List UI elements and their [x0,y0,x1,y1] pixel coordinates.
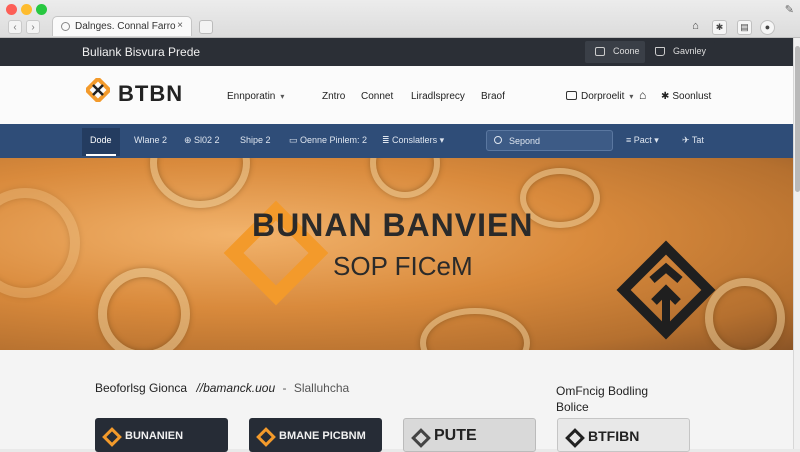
subnav-dropdown[interactable]: ≣ Conslatlers ▾ [382,135,444,146]
window-zoom-button[interactable] [36,4,47,15]
site-top-title: Buliank Bisvura Prede [82,45,201,59]
content-card[interactable]: BTFIBN [557,418,690,452]
decor-ring [370,158,440,198]
subnav-item-label: Conslatlers [392,135,438,145]
plane-icon: ✈ [682,135,692,145]
new-tab-button[interactable] [199,20,213,34]
subnav-item[interactable]: Dode [90,135,112,145]
subnav-right-link[interactable]: ✈ Tat [682,135,704,146]
diamond-icon [102,427,122,447]
section-heading-text: Beoforlsg Gionca [95,381,188,395]
home-icon[interactable]: ⌂ [639,88,646,102]
browser-tab[interactable]: Dalnges. Connal Farro × [52,16,192,36]
site-header: BTBN Ennporatin ▾ Zntro Connet Liradlspre… [0,66,793,124]
logo-diamond-icon[interactable] [86,78,110,102]
subnav-right-dropdown-label: Pact [633,135,652,145]
section-heading-link[interactable]: //bamanck.uou [196,381,275,395]
window-close-button[interactable] [6,4,17,15]
subnav-right-dropdown[interactable]: ≡ Pact ▾ [626,135,659,146]
diamond-icon [565,428,585,448]
hero-logo-icon [616,240,716,340]
chevron-down-icon: ▾ [280,92,285,101]
subnav-item[interactable]: Wlane 2 [134,135,167,145]
nav-item[interactable]: Liradlsprecy [411,91,465,102]
tab-title: Dalnges. Connal Farro [75,21,176,32]
subnav-right-link-label: Tat [691,135,704,145]
active-indicator [86,154,116,156]
header-dropdown[interactable]: Dorproelit ▾ [566,91,633,102]
header-link-label: Soonlust [672,91,712,102]
content-section: Beoforlsg Gionca //bamanck.uou - Slalluh… [0,350,793,452]
diamond-icon [256,427,276,447]
subnav-item-label: Sl02 2 [194,135,220,145]
search-icon [494,136,502,144]
subnav-item[interactable]: ▭ Oenne Pinlem: 2 [289,135,367,146]
stack-icon: ≣ [382,135,393,145]
list-icon: ≡ [626,135,634,145]
grid-icon: ⊕ [184,135,195,145]
separator: - [282,381,287,395]
nav-item-label: Ennporatin [227,91,276,102]
side-heading-line: OmFncig Bodling [556,384,649,398]
card-label: BTFIBN [588,428,640,444]
section-heading-extra: Slalluhcha [293,381,350,395]
decor-ring [0,188,80,298]
scrollbar-thumb[interactable] [795,46,800,192]
nav-item[interactable]: Braof [481,91,505,102]
header-dropdown-label: Dorproelit [581,91,625,102]
hero-subtitle: SOP FICeM [333,251,473,281]
decor-ring [150,158,250,208]
subnav-item-label: Oenne Pinlem: 2 [300,135,368,145]
chevron-down-icon: ▾ [651,135,659,145]
window-icon [566,91,577,100]
decor-ring [98,268,190,350]
site-top-bar: Buliank Bisvura Prede Coone Gavnley [0,38,793,66]
top-button-two-label: Gavnley [673,46,707,56]
back-arrow-icon[interactable]: ‹ [8,20,22,34]
gear-icon: ✱ [661,91,670,102]
search-placeholder: Sepond [509,136,541,146]
nav-item[interactable]: Zntro [322,91,345,102]
nav-item-dropdown[interactable]: Ennporatin ▾ [227,91,284,102]
image-icon: ▭ [289,135,301,145]
forward-arrow-icon[interactable]: › [26,20,40,34]
content-card[interactable]: BUNANIEN [95,418,228,452]
browser-chrome: ‹ › Dalnges. Connal Farro × ⌂ ✱ ▤ ● ✎ [0,0,800,38]
page-scrollbar[interactable] [793,38,800,449]
page-icon[interactable]: ▤ [737,20,752,35]
home-icon[interactable]: ⌂ [688,20,703,35]
diamond-icon [411,428,431,448]
card-label: BMANE PICBNM [279,430,366,442]
side-heading: OmFncig Bodling Bolice [556,383,686,415]
subnav-item[interactable]: Shipe 2 [240,135,271,145]
top-button-two[interactable]: Gavnley [645,41,715,63]
lock-icon [655,47,665,56]
pencil-icon[interactable]: ✎ [785,3,794,16]
chevron-down-icon: ▾ [437,135,445,145]
profile-icon[interactable]: ● [760,20,775,35]
subnav-item[interactable]: ⊕ Sl02 2 [184,135,220,146]
site-logo-text[interactable]: BTBN [118,81,183,107]
reload-icon [61,22,70,31]
decor-ring [420,308,530,350]
top-button-one[interactable]: Coone [585,41,645,63]
top-button-one-label: Coone [613,46,640,56]
content-card[interactable]: PUTE [403,418,536,452]
window-minimize-button[interactable] [21,4,32,15]
tab-close-icon[interactable]: × [177,20,183,31]
header-link[interactable]: ✱ Soonlust [661,91,711,102]
side-heading-line: Bolice [556,400,589,414]
folder-icon [595,47,605,56]
puzzle-icon[interactable]: ✱ [712,20,727,35]
hero-banner: BUNAN BANVIEN SOP FICeM [0,158,793,350]
section-heading: Beoforlsg Gionca //bamanck.uou - Slalluh… [95,381,349,395]
search-input[interactable]: Sepond [486,130,613,151]
nav-item[interactable]: Connet [361,91,393,102]
hero-title: BUNAN BANVIEN [252,207,534,243]
content-card[interactable]: BMANE PICBNM [249,418,382,452]
card-label: BUNANIEN [125,430,184,442]
chevron-down-icon: ▾ [629,92,634,101]
sub-navigation: Dode Wlane 2 ⊕ Sl02 2 Shipe 2 ▭ Oenne Pi… [0,124,793,158]
card-label: PUTE [434,427,477,444]
